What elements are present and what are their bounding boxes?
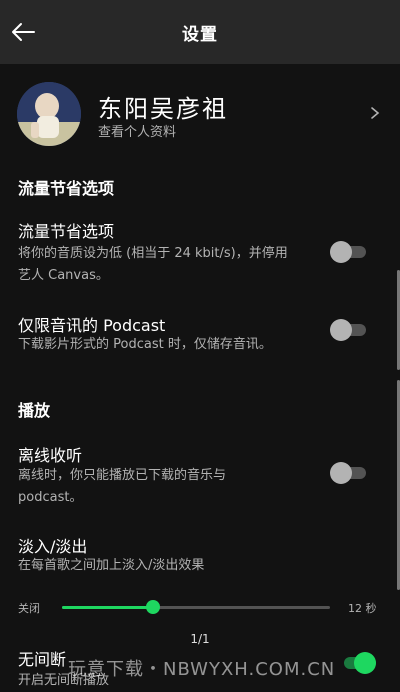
slider-fill [62,606,154,609]
avatar [17,82,81,146]
setting-title: 流量节省选项 [18,222,115,241]
setting-desc: 离线时，你只能播放已下载的音乐与 podcast。 [18,468,227,505]
setting-desc: 在每首歌之间加上淡入/淡出效果 [18,558,205,573]
setting-title: 无间断 [18,650,67,669]
setting-desc: 下载影片形式的 Podcast 时，仅储存音讯。 [18,337,272,352]
setting-desc: 将你的音质设为低 (相当于 24 kbit/s)，并停用 艺人 Canvas。 [18,246,288,283]
offline-toggle[interactable] [330,462,366,484]
slider-min-label: 关闭 [18,602,40,615]
gapless-toggle[interactable] [340,652,376,674]
setting-title: 淡入/淡出 [18,537,88,556]
page-title: 设置 [182,25,218,45]
data-saver-toggle[interactable] [330,241,366,263]
chevron-right-icon[interactable] [370,106,380,120]
section-data-saver: 流量节省选项 [18,179,115,198]
top-bar: 设置 [0,0,400,64]
crossfade-slider[interactable] [62,600,330,614]
watermark: 玩意下载・NBWYXH.COM.CN [68,659,336,680]
section-playback: 播放 [18,401,51,420]
setting-title: 仅限音讯的 Podcast [18,316,166,335]
setting-title: 离线收听 [18,446,83,465]
profile-name: 东阳吴彦祖 [98,95,228,123]
audio-podcast-toggle[interactable] [330,319,366,341]
profile-row[interactable]: 东阳吴彦祖 查看个人资料 [0,64,400,164]
pager: 1/1 [190,632,210,646]
slider-max-label: 12 秒 [348,602,377,615]
slider-thumb[interactable] [146,600,161,614]
profile-subtitle: 查看个人资料 [98,125,177,140]
